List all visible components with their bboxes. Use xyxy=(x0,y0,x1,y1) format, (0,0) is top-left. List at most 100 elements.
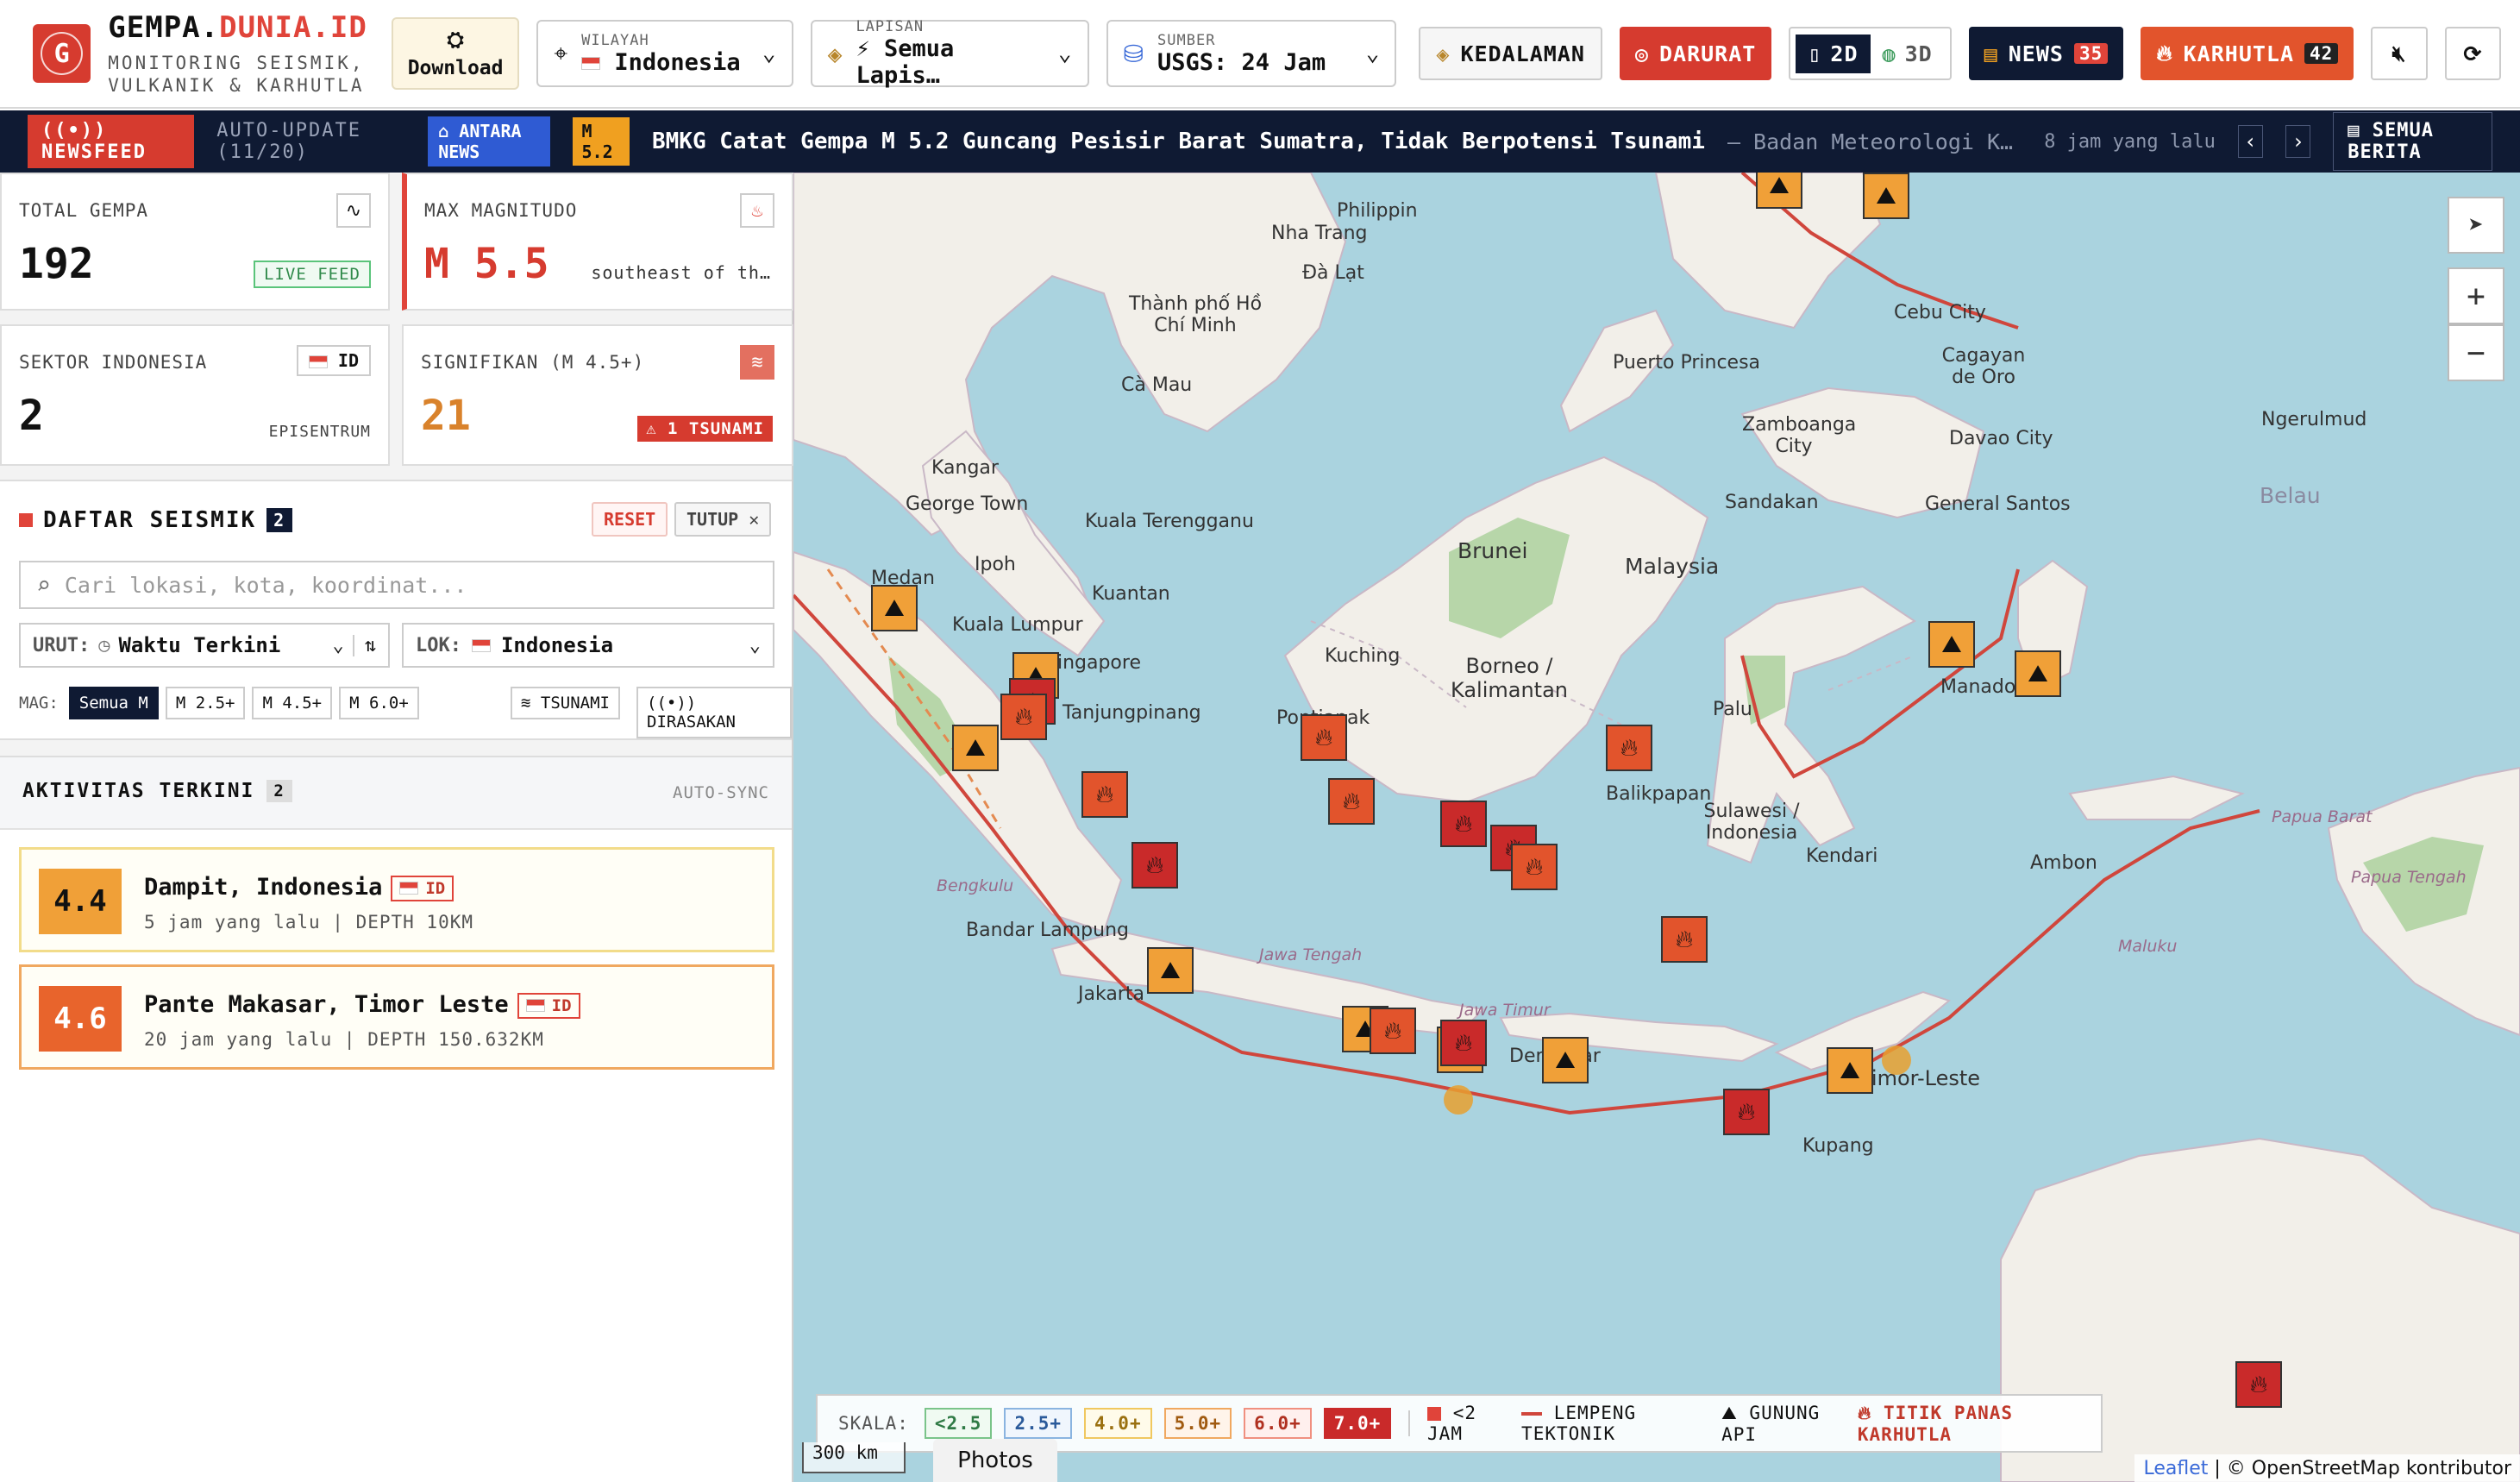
mag-filter-4-5[interactable]: M 4.5+ xyxy=(252,687,333,719)
hotspot-marker[interactable]: 🔥︎ xyxy=(2235,1361,2282,1408)
hotspot-marker[interactable]: 🔥︎ xyxy=(1661,916,1708,963)
volcano-marker[interactable]: ⛰ xyxy=(1756,173,1802,209)
quake-item[interactable]: 4.6 Pante Makasar, Timor Leste ID 20 jam … xyxy=(19,964,774,1070)
tsunami-filter-button[interactable]: ≋ TSUNAMI xyxy=(511,687,620,719)
flame-icon: 🔥︎ xyxy=(1342,787,1361,815)
layers-icon: ◈ xyxy=(827,39,843,68)
karhutla-count-badge: 42 xyxy=(2304,43,2339,64)
tsunami-badge-label: 1 TSUNAMI xyxy=(668,419,764,438)
zoom-in-button[interactable]: + xyxy=(2448,267,2504,324)
volcano-marker[interactable]: ⛰ xyxy=(1863,173,1909,219)
hotspot-marker[interactable]: 🔥︎ xyxy=(1000,694,1047,740)
download-button[interactable]: ⛭ Download xyxy=(391,17,520,90)
volcano-icon: ⛰ xyxy=(884,593,905,622)
kedalaman-button[interactable]: ◈ KEDALAMAN xyxy=(1419,27,1602,80)
mag-filter-2-5[interactable]: M 2.5+ xyxy=(165,687,246,719)
mag-label: MAG: xyxy=(19,694,59,713)
flame-icon: 🔥︎ xyxy=(1145,851,1164,879)
hotspot-marker[interactable]: 🔥︎ xyxy=(1723,1089,1770,1135)
volcano-marker[interactable]: ⛰ xyxy=(2015,650,2061,697)
flag-icon xyxy=(308,355,328,368)
hotspot-marker[interactable]: 🔥︎ xyxy=(1131,842,1178,889)
all-news-label: SEMUA BERITA xyxy=(2348,120,2435,163)
darurat-button[interactable]: ◎ DARURAT xyxy=(1619,27,1772,80)
felt-filter-button[interactable]: ((•)) DIRASAKAN xyxy=(636,687,792,738)
flame-icon: 🔥︎ xyxy=(1095,780,1114,808)
hotspot-marker[interactable]: 🔥︎ xyxy=(1081,771,1128,818)
flame-icon: 🔥︎ xyxy=(2156,41,2173,66)
activity-icon: ∿ xyxy=(336,193,371,228)
sumber-select[interactable]: ⛁ SUMBER USGS: 24 Jam ⌄ xyxy=(1106,20,1397,87)
sort-direction-icon[interactable]: ⇅ xyxy=(352,634,376,656)
karhutla-button[interactable]: 🔥︎ KARHUTLA 42 xyxy=(2141,27,2354,80)
photos-button[interactable]: Photos xyxy=(933,1439,1057,1482)
hotspot-marker[interactable]: 🔥︎ xyxy=(1301,714,1347,761)
hotspot-marker[interactable]: 🔥︎ xyxy=(1606,725,1652,771)
map-attribution: Leaflet | © OpenStreetMap kontributor xyxy=(2134,1454,2520,1482)
volcano-marker[interactable]: ⛰ xyxy=(952,725,999,771)
map-label: Borneo / Kalimantan xyxy=(1451,654,1568,702)
reset-button[interactable]: RESET xyxy=(592,502,668,537)
map-label: Brunei xyxy=(1457,538,1528,563)
volcano-marker[interactable]: ⛰ xyxy=(1827,1047,1873,1094)
brand: GEMPA.DUNIA.ID MONITORING SEISMIK, VULKAN… xyxy=(108,10,367,97)
news-headline[interactable]: BMKG Catat Gempa M 5.2 Guncang Pesisir B… xyxy=(652,129,1705,154)
volcano-marker[interactable]: ⛰ xyxy=(1928,621,1975,668)
map-view[interactable]: Philippin Nha Trang Đà Lạt Thành phố Hồ … xyxy=(793,173,2520,1482)
lapisan-select[interactable]: ◈ LAPISAN ⚡ Semua Lapis… ⌄ xyxy=(810,18,1089,89)
id-tag-label: ID xyxy=(551,995,572,1015)
close-list-button[interactable]: TUTUP ✕ xyxy=(674,502,772,537)
map-label: Belau xyxy=(2260,483,2321,508)
volcano-marker[interactable]: ⛰ xyxy=(871,585,918,631)
seismic-list-title: DAFTAR SEISMIK xyxy=(43,507,257,533)
map-label: Kuching xyxy=(1325,645,1401,667)
mag-filter-all[interactable]: Semua M xyxy=(68,687,159,719)
ticker-prev-button[interactable]: ‹ xyxy=(2237,125,2264,158)
view-3d-button[interactable]: ◍ 3D xyxy=(1871,35,1945,73)
map-label: Jawa Timur xyxy=(1459,1001,1551,1020)
leaflet-link[interactable]: Leaflet xyxy=(2143,1458,2208,1479)
search-input[interactable]: ⌕ Cari lokasi, kota, koordinat... xyxy=(19,561,774,609)
wilayah-select[interactable]: ⌖ WILAYAH Indonesia ⌄ xyxy=(536,20,793,87)
flag-icon xyxy=(581,56,601,70)
news-button[interactable]: ▤ NEWS 35 xyxy=(1968,27,2124,80)
all-news-button[interactable]: ▤ SEMUA BERITA xyxy=(2333,112,2492,171)
mute-button[interactable]: 🔇︎ xyxy=(2371,27,2428,80)
flame-icon: 🔥︎ xyxy=(1857,1402,1872,1423)
quake-marker[interactable] xyxy=(1444,1085,1473,1115)
zoom-out-button[interactable]: − xyxy=(2448,324,2504,381)
volcano-marker[interactable]: ⛰ xyxy=(1542,1037,1589,1083)
flame-icon: 🔥︎ xyxy=(1620,733,1639,762)
map-label: Jawa Tengah xyxy=(1259,945,1363,964)
lapisan-value: ⚡ Semua Lapis… xyxy=(856,35,955,89)
quake-item[interactable]: 4.4 Dampit, Indonesia ID 5 jam yang lalu … xyxy=(19,847,774,952)
map-label: Nha Trang xyxy=(1271,223,1368,244)
hotspot-marker[interactable]: 🔥︎ xyxy=(1440,801,1487,847)
mag-filter-6-0[interactable]: M 6.0+ xyxy=(339,687,419,719)
flame-icon: ♨ xyxy=(740,193,774,228)
map-label: Singapore xyxy=(1045,652,1141,674)
sort-select[interactable]: URUT: ◷ Waktu Terkini ⌄ ⇅ xyxy=(19,623,390,668)
hotspot-marker[interactable]: 🔥︎ xyxy=(1370,1008,1416,1054)
auto-update-status: AUTO-UPDATE (11/20) xyxy=(216,120,361,163)
map-label: Sulawesi / Indonesia xyxy=(1703,801,1800,844)
felt-filter-label: DIRASAKAN xyxy=(647,713,736,732)
volcano-marker[interactable]: ⛰ xyxy=(1147,947,1194,994)
chevron-down-icon: ⌄ xyxy=(1057,41,1072,66)
hotspot-marker[interactable]: 🔥︎ xyxy=(1511,844,1558,890)
pin-icon: ⌖ xyxy=(554,39,568,67)
map-label: Thành phố Hồ Chí Minh xyxy=(1128,293,1263,336)
database-icon: ⛁ xyxy=(1123,39,1144,68)
refresh-button[interactable]: ⟳ xyxy=(2444,27,2502,80)
brand-title-b: DUNIA.ID xyxy=(219,10,367,45)
locate-button[interactable]: ➤ xyxy=(2448,197,2504,254)
view-2d-button[interactable]: ▯ 2D xyxy=(1796,34,1871,73)
quake-marker[interactable] xyxy=(1882,1046,1911,1075)
location-select[interactable]: LOK: Indonesia ⌄ xyxy=(402,623,774,668)
ticker-next-button[interactable]: › xyxy=(2285,125,2311,158)
tsunami-filter-label: TSUNAMI xyxy=(540,694,610,713)
map-label: Papua Tengah xyxy=(2351,868,2467,887)
hotspot-marker[interactable]: 🔥︎ xyxy=(1440,1020,1487,1066)
seismic-list-header: DAFTAR SEISMIK 2 xyxy=(19,507,293,533)
hotspot-marker[interactable]: 🔥︎ xyxy=(1328,778,1375,825)
